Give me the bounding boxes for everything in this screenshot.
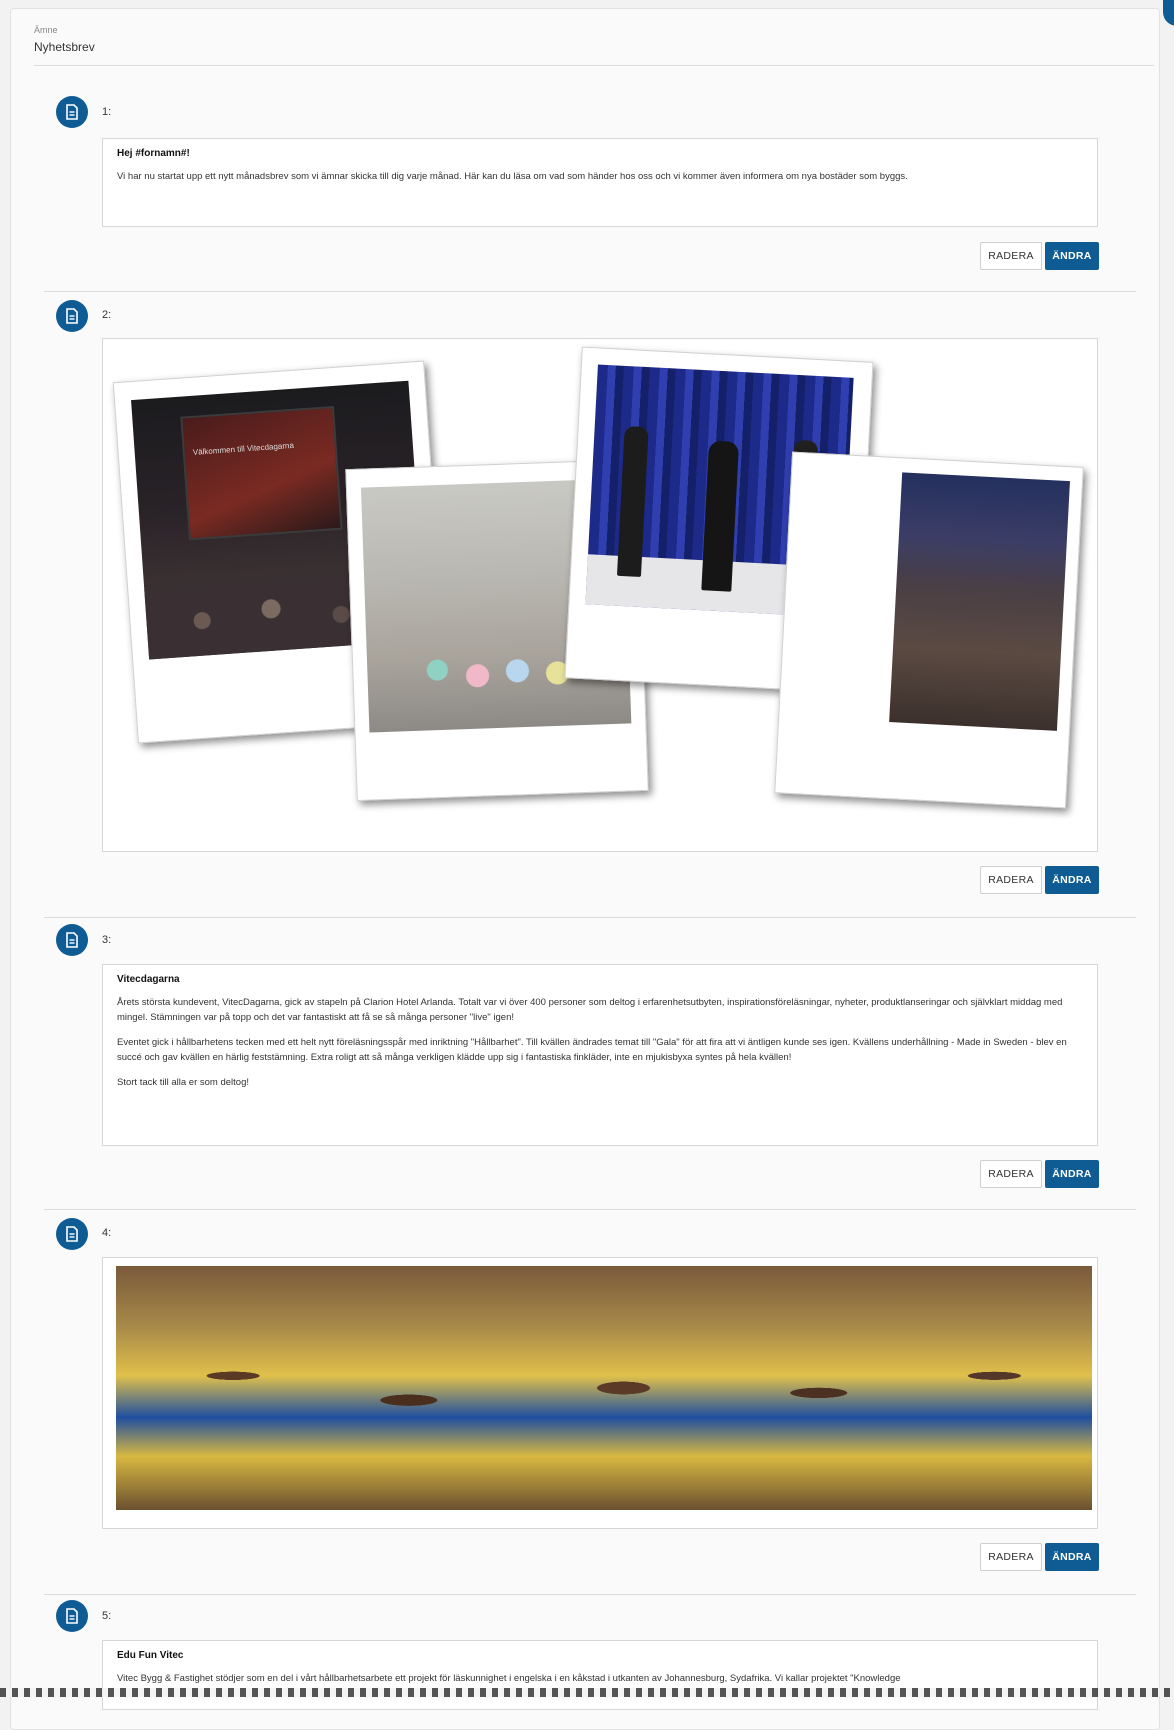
divider — [34, 65, 1154, 66]
block-paragraph: Vi har nu startat upp ett nytt månadsbre… — [117, 171, 908, 182]
edit-button[interactable]: ÄNDRA — [1045, 1160, 1099, 1188]
block-paragraph: Vitec Bygg & Fastighet stödjer som en de… — [117, 1673, 901, 1684]
text-block[interactable]: Hej #fornamn#! Vi har nu startat upp ett… — [102, 138, 1098, 227]
divider — [44, 291, 1136, 292]
edit-button[interactable]: ÄNDRA — [1045, 866, 1099, 894]
divider — [44, 917, 1136, 918]
block-paragraph: Stort tack till alla er som deltog! — [117, 1077, 249, 1088]
block-number: 4: — [102, 1227, 112, 1239]
performer — [616, 425, 649, 577]
block-number: 5: — [102, 1610, 112, 1622]
delete-button[interactable]: RADERA — [980, 242, 1042, 270]
edit-button[interactable]: ÄNDRA — [1045, 1543, 1099, 1571]
block-heading: Edu Fun Vitec — [117, 1650, 184, 1661]
slide-text: Välkommen till Vitecdagarna — [192, 440, 295, 457]
document-icon — [56, 1218, 88, 1250]
block-number: 2: — [102, 309, 112, 321]
classroom-photo — [116, 1266, 1092, 1510]
scroll-indicator[interactable] — [1163, 0, 1174, 26]
document-icon — [56, 300, 88, 332]
document-icon — [56, 1600, 88, 1632]
block-paragraph: Eventet gick i hållbarhetens tecken med … — [117, 1037, 1067, 1063]
edit-button[interactable]: ÄNDRA — [1045, 242, 1099, 270]
subject-value[interactable]: Nyhetsbrev — [34, 40, 95, 54]
text-block[interactable]: Edu Fun Vitec Vitec Bygg & Fastighet stö… — [102, 1640, 1098, 1710]
block-paragraph: Årets största kundevent, VitecDagarna, g… — [117, 997, 1063, 1023]
text-block[interactable]: Vitecdagarna Årets största kundevent, Vi… — [102, 964, 1098, 1146]
audience-photo — [889, 472, 1070, 731]
image-block[interactable]: Välkommen till Vitecdagarna — [102, 338, 1098, 852]
divider — [44, 1594, 1136, 1595]
block-number: 1: — [102, 106, 112, 118]
delete-button[interactable]: RADERA — [980, 1160, 1042, 1188]
photo-frame — [774, 451, 1084, 809]
image-block[interactable] — [102, 1257, 1098, 1529]
block-heading: Hej #fornamn#! — [117, 148, 190, 159]
document-icon — [56, 96, 88, 128]
document-icon — [56, 924, 88, 956]
subject-label: Ämne — [34, 25, 58, 35]
delete-button[interactable]: RADERA — [980, 1543, 1042, 1571]
divider — [44, 1209, 1136, 1210]
delete-button[interactable]: RADERA — [980, 866, 1042, 894]
torn-edge — [0, 1688, 1174, 1697]
projection-screen: Välkommen till Vitecdagarna — [180, 405, 343, 541]
block-heading: Vitecdagarna — [117, 974, 180, 985]
block-number: 3: — [102, 934, 112, 946]
